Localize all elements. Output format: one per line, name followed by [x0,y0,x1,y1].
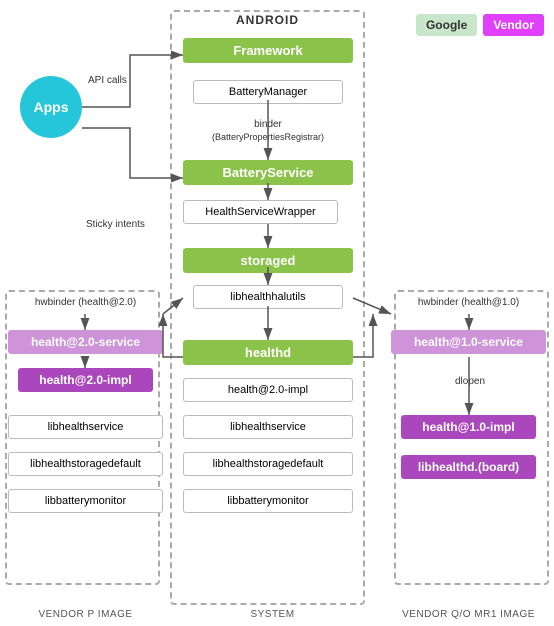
health-10-impl-box: health@1.0-impl [401,415,536,439]
libhealthd-board-box: libhealthd.(board) [401,455,536,479]
battery-manager-box: BatteryManager [193,80,343,104]
vendor-p-libbatterymonitor-box: libbatterymonitor [8,489,163,513]
vendor-q-col-label: VENDOR Q/O MR1 IMAGE [391,609,546,620]
battery-service-box: BatteryService [183,160,353,185]
health-service-wrapper-box: HealthServiceWrapper [183,200,338,224]
binder-label: binder(BatteryPropertiesRegistrar) [193,118,343,144]
libhealthhalutils-box: libhealthhalutils [193,285,343,309]
legend-google: Google [416,14,477,36]
healthd-box: healthd [183,340,353,365]
vendor-p-libhealthservice-box: libhealthservice [8,415,163,439]
sticky-intents-label: Sticky intents [86,218,145,231]
healthd-libbatterymonitor-box: libbatterymonitor [183,489,353,513]
storaged-box: storaged [183,248,353,273]
android-title: ANDROID [170,13,365,27]
health-20-service-box: health@2.0-service [8,330,163,354]
api-calls-label: API calls [88,74,127,87]
health-20-impl-box: health@2.0-impl [18,368,153,392]
legend-vendor: Vendor [483,14,544,36]
framework-box: Framework [183,38,353,63]
healthd-impl-box: health@2.0-impl [183,378,353,402]
apps-label: Apps [34,99,69,115]
healthd-libhealthstoragedefault-box: libhealthstoragedefault [183,452,353,476]
hwbinder-q-label: hwbinder (health@1.0) [391,296,546,309]
vendor-p-col-label: VENDOR P IMAGE [8,609,163,620]
diagram-container: Google Vendor ANDROID Apps API calls Sti… [0,0,554,626]
apps-circle: Apps [20,76,82,138]
health-10-service-box: health@1.0-service [391,330,546,354]
healthd-libhealthservice-box: libhealthservice [183,415,353,439]
legend: Google Vendor [416,14,544,36]
system-col-label: SYSTEM [175,609,370,620]
dlopen-label: dlopen [455,375,485,388]
vendor-p-libhealthstoragedefault-box: libhealthstoragedefault [8,452,163,476]
hwbinder-p-label: hwbinder (health@2.0) [8,296,163,309]
